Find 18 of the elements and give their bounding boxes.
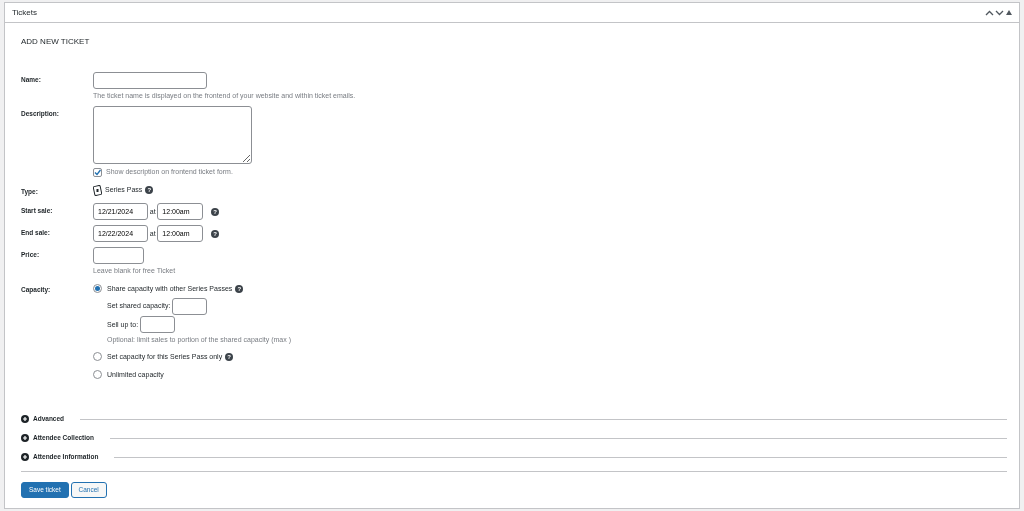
panel-title: Tickets [12, 6, 39, 19]
collapse-icon[interactable] [1006, 10, 1012, 15]
expand-icon[interactable] [21, 434, 29, 443]
checkbox[interactable] [93, 167, 102, 177]
expand-icon[interactable] [21, 453, 29, 462]
ticket-icon [93, 184, 102, 196]
price-field[interactable] [93, 247, 144, 265]
move-down-icon[interactable] [995, 9, 1005, 16]
radio-button[interactable] [93, 370, 102, 380]
expand-icon[interactable] [21, 415, 29, 424]
name-field[interactable] [93, 72, 207, 89]
section-heading: ADD NEW TICKET [21, 36, 91, 48]
capacity-field[interactable] [172, 297, 208, 315]
radio-button[interactable] [93, 352, 102, 362]
sell-limit-field[interactable] [140, 316, 176, 334]
description-field[interactable] [93, 105, 252, 164]
radio-button[interactable] [93, 284, 102, 294]
move-up-icon[interactable] [984, 9, 994, 16]
